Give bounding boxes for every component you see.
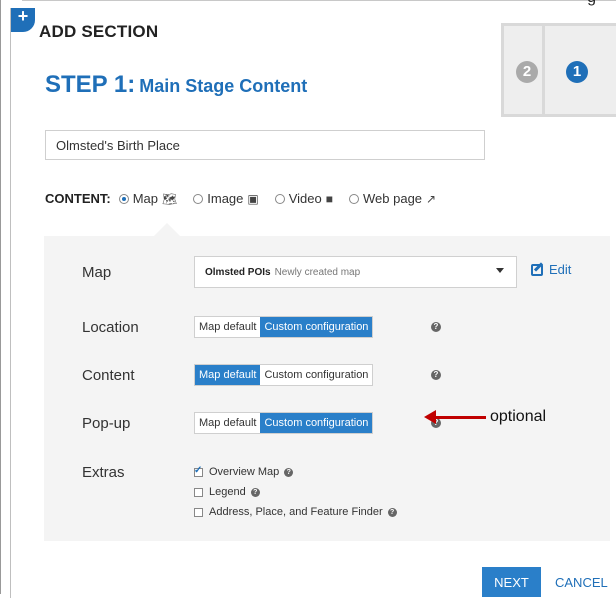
- finder-help-icon[interactable]: ?: [387, 507, 397, 517]
- video-radio[interactable]: [274, 193, 285, 204]
- location-row-label: Location: [82, 319, 139, 336]
- content-toggle: Map default Custom configuration: [194, 364, 374, 386]
- legend-label: Legend: [209, 486, 246, 498]
- overview-map-help-icon[interactable]: ?: [284, 467, 294, 477]
- window-edge: [0, 0, 1, 594]
- finder-checkbox-item[interactable]: Address, Place, and Feature Finder ?: [194, 506, 397, 518]
- content-map-default-option[interactable]: Map default: [195, 365, 261, 385]
- content-type-selector: CONTENT: Map 🗺 Image ▣ Video ■ Web page …: [45, 191, 452, 206]
- location-help-icon[interactable]: ?: [431, 322, 441, 332]
- content-row-label: Content: [82, 367, 135, 384]
- popup-toggle: Map default Custom configuration: [194, 412, 374, 434]
- location-map-default-option[interactable]: Map default: [195, 317, 261, 337]
- dialog-title: ADD SECTION: [39, 22, 159, 41]
- add-section-dialog: + ADD SECTION STEP 1: Main Stage Content …: [10, 7, 616, 598]
- add-icon: +: [11, 7, 35, 32]
- overview-map-checkbox[interactable]: [194, 465, 203, 477]
- popup-custom-option[interactable]: Custom configuration: [260, 413, 373, 433]
- overview-map-label: Overview Map: [209, 466, 280, 478]
- video-icon: ■: [325, 191, 333, 206]
- content-option-image[interactable]: Image ▣: [193, 191, 259, 206]
- content-custom-option[interactable]: Custom configuration: [260, 365, 373, 385]
- step-title: Main Stage Content: [139, 76, 308, 96]
- popup-map-default-option[interactable]: Map default: [195, 413, 261, 433]
- step-indicator: 2 1: [501, 23, 616, 117]
- edit-icon: [531, 263, 543, 276]
- extras-row-label: Extras: [82, 464, 125, 481]
- map-settings-panel: Map Olmsted POIs Newly created map Edit …: [44, 223, 610, 541]
- video-option-label: Video: [288, 191, 322, 206]
- legend-checkbox-item[interactable]: Legend ?: [194, 486, 260, 498]
- content-option-map[interactable]: Map 🗺: [118, 191, 178, 206]
- top-border: [22, 0, 616, 1]
- cropped-top-text: g: [587, 0, 596, 7]
- legend-checkbox[interactable]: [194, 487, 203, 497]
- selected-map-name: Olmsted POIs: [205, 266, 271, 278]
- content-option-webpage[interactable]: Web page ↗: [349, 191, 436, 206]
- camera-icon: ▣: [247, 191, 259, 206]
- step-2-badge[interactable]: 2: [516, 61, 538, 83]
- cancel-button[interactable]: CANCEL: [549, 567, 614, 597]
- content-label: CONTENT:: [45, 191, 111, 206]
- image-radio[interactable]: [193, 193, 204, 204]
- location-toggle: Map default Custom configuration: [194, 316, 374, 338]
- edit-label: Edit: [549, 262, 572, 277]
- step-divider: [542, 26, 545, 114]
- legend-help-icon[interactable]: ?: [250, 487, 260, 497]
- webpage-radio[interactable]: [349, 193, 359, 204]
- selected-map-subtitle: Newly created map: [274, 266, 361, 278]
- map-row-label: Map: [82, 264, 112, 281]
- content-help-icon[interactable]: ?: [431, 370, 441, 380]
- overview-map-checkbox-item[interactable]: Overview Map ?: [194, 465, 294, 478]
- external-link-icon: ↗: [426, 191, 437, 206]
- annotation-text: optional: [490, 408, 547, 425]
- image-option-label: Image: [207, 191, 244, 206]
- map-option-label: Map: [132, 191, 159, 206]
- step-heading: STEP 1: Main Stage Content: [45, 71, 307, 99]
- section-title-input[interactable]: [45, 130, 485, 160]
- webpage-option-label: Web page: [363, 191, 423, 206]
- popup-row-label: Pop-up: [82, 415, 131, 432]
- location-custom-option[interactable]: Custom configuration: [260, 317, 373, 337]
- map-icon: 🗺: [162, 191, 178, 206]
- map-radio[interactable]: [118, 193, 129, 204]
- finder-label: Address, Place, and Feature Finder: [209, 506, 383, 518]
- panel-pointer: [154, 223, 180, 236]
- edit-map-link[interactable]: Edit: [531, 262, 571, 277]
- step-label: STEP 1:: [45, 71, 136, 98]
- next-button[interactable]: NEXT: [482, 567, 541, 597]
- step-1-badge[interactable]: 1: [566, 61, 588, 83]
- finder-checkbox[interactable]: [194, 507, 203, 517]
- annotation-arrow: [430, 416, 486, 419]
- map-select-dropdown[interactable]: Olmsted POIs Newly created map: [194, 256, 517, 288]
- content-option-video[interactable]: Video ■: [274, 191, 333, 206]
- chevron-down-icon: [496, 268, 504, 273]
